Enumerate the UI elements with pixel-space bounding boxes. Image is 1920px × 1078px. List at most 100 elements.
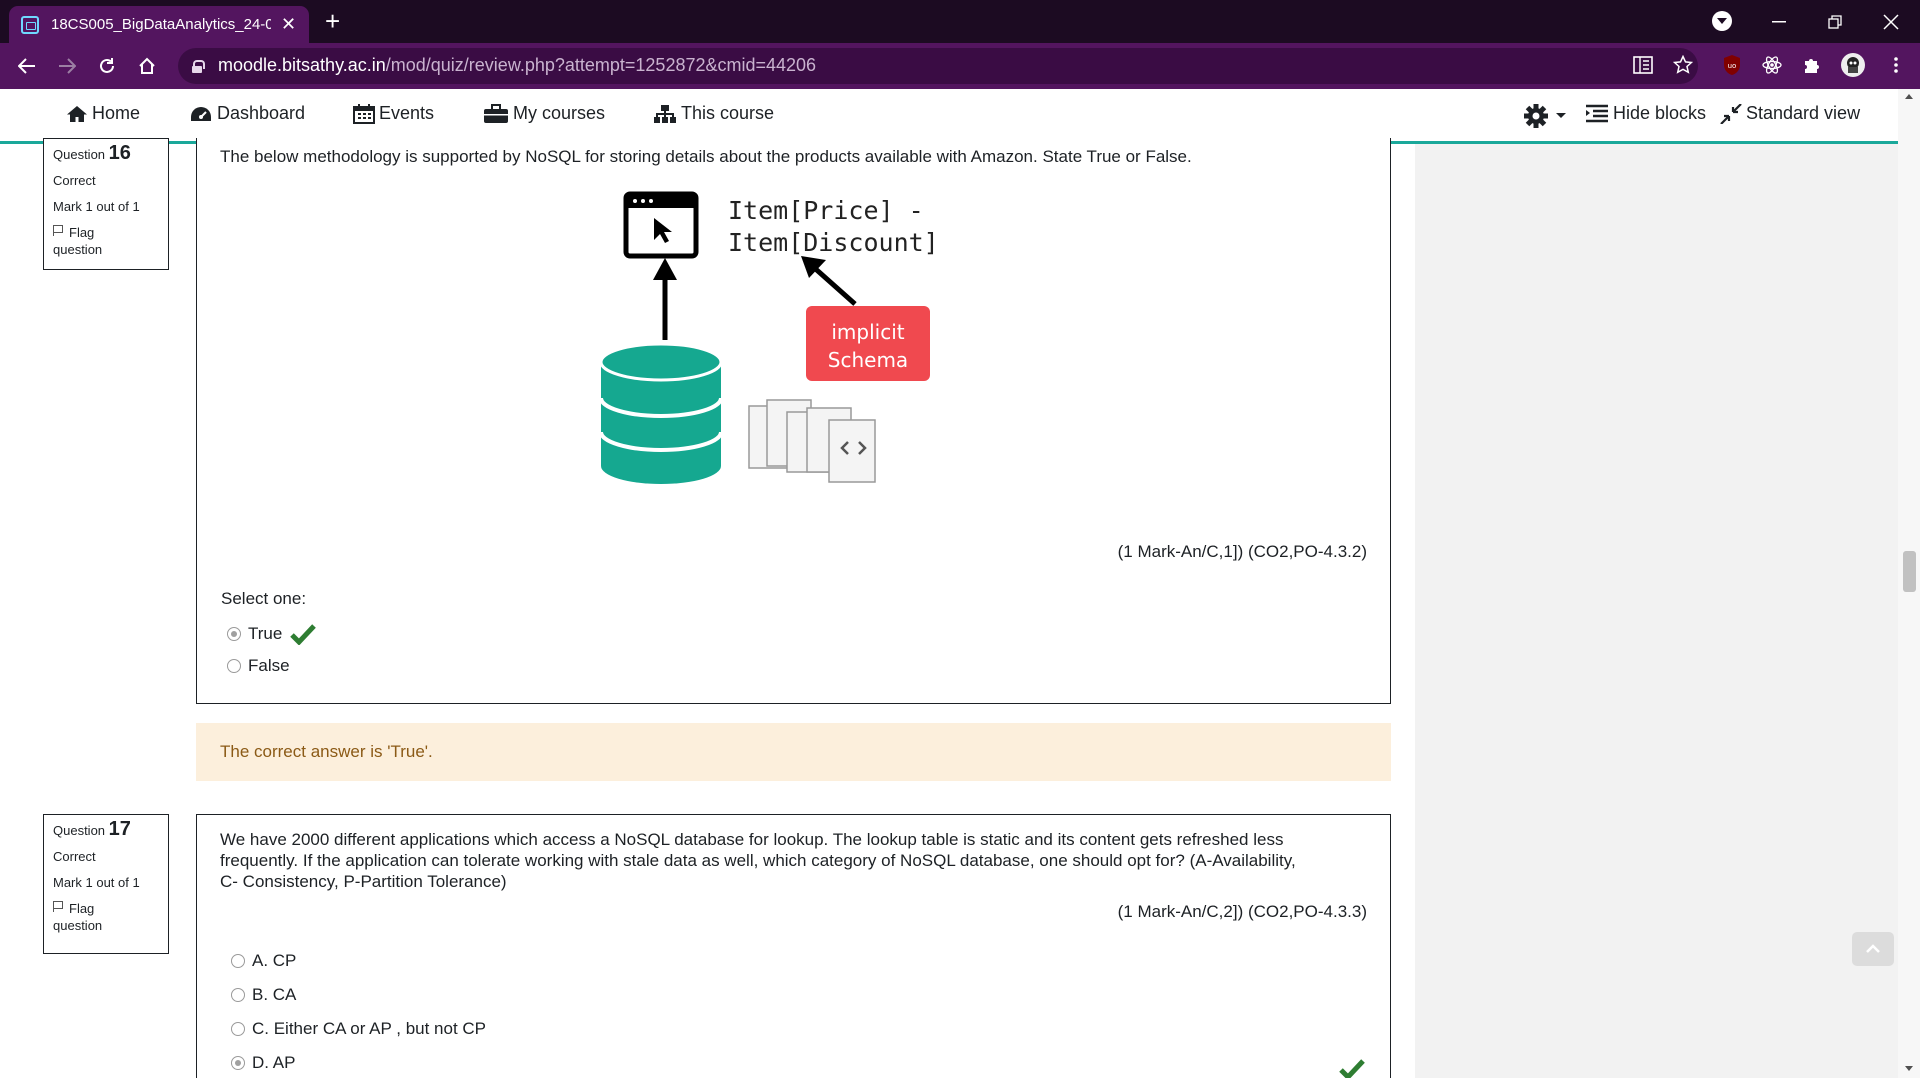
url-host: moodle.bitsathy.ac.in	[218, 55, 386, 75]
question-number: 17	[108, 818, 131, 840]
select-one-label: Select one:	[221, 589, 307, 608]
q16-option-false[interactable]: False	[227, 656, 290, 676]
standard-view-label: Standard view	[1746, 103, 1861, 123]
close-tab-icon[interactable]: ✕	[281, 14, 296, 35]
url-path: /mod/quiz/review.php?attempt=1252872&cmi…	[385, 55, 817, 75]
q16-correct-answer: The correct answer is 'True'.	[220, 742, 433, 761]
flag-label-2: question	[53, 242, 103, 257]
browser-tab-strip: 18CS005_BigDataAnalytics_24-09 ✕ +	[0, 0, 1920, 43]
extension-badge-text: uo	[1728, 62, 1737, 70]
question-mark: Mark 1 out of 1	[53, 199, 140, 214]
reading-mode-icon[interactable]	[1630, 52, 1656, 78]
nav-events-label: Events	[379, 103, 435, 123]
compress-arrows-icon	[1720, 103, 1742, 124]
flag-question-link[interactable]: Flag question	[53, 900, 159, 934]
scroll-thumb[interactable]	[1903, 551, 1916, 592]
reload-button[interactable]	[89, 43, 125, 89]
reload-icon	[100, 58, 114, 73]
question-17-text: We have 2000 different applications whic…	[220, 829, 1296, 892]
q17-text-line-1: We have 2000 different applications whic…	[220, 830, 1284, 849]
dashboard-gauge-icon	[191, 106, 211, 121]
chevron-up-icon	[1866, 944, 1880, 953]
extensions-puzzle-icon[interactable]	[1799, 52, 1825, 78]
forward-button[interactable]	[49, 43, 85, 89]
q17-option-c[interactable]: C. Either CA or AP , but not CP	[231, 1019, 486, 1039]
q17-option-b[interactable]: B. CA	[231, 985, 296, 1005]
nav-my-courses-label: My courses	[513, 103, 606, 123]
q17-option-label: D. AP	[252, 1053, 296, 1072]
nav-this-course[interactable]: This course	[653, 103, 774, 124]
q16-feedback: The correct answer is 'True'.	[196, 723, 1391, 781]
flag-icon	[53, 225, 63, 236]
nav-dashboard[interactable]: Dashboard	[189, 103, 305, 124]
flag-question-link[interactable]: Flag question	[53, 224, 159, 258]
flag-label-2: question	[53, 918, 103, 933]
question-number: 16	[108, 142, 131, 164]
hide-blocks-button[interactable]: Hide blocks	[1585, 103, 1706, 124]
flag-label: Flag	[69, 225, 95, 240]
scroll-down-arrow-icon[interactable]	[1905, 1066, 1913, 1071]
question-17-marks: (1 Mark-An/C,2]) (CO2,PO-4.3.3)	[1117, 902, 1367, 921]
q17-radio-c[interactable]	[231, 1022, 245, 1036]
q17-radio-a[interactable]	[231, 954, 245, 968]
close-window-button[interactable]	[1863, 0, 1919, 43]
nav-home-label: Home	[92, 103, 141, 123]
question-state: Correct	[53, 849, 96, 864]
close-icon	[1883, 13, 1899, 30]
back-to-top-button[interactable]	[1852, 932, 1894, 966]
q17-option-label: A. CP	[252, 951, 297, 970]
lock-icon[interactable]	[192, 60, 205, 73]
json-documents-icon	[748, 399, 876, 483]
list-collapse-icon	[1586, 104, 1608, 122]
calendar-icon	[353, 103, 375, 124]
home-button[interactable]	[129, 43, 165, 89]
react-extension-icon[interactable]	[1759, 52, 1785, 78]
tab-search-icon[interactable]	[1712, 11, 1732, 31]
q16-option-true[interactable]: True	[227, 623, 317, 645]
moodle-navbar: Home Dashboard Events My courses This co…	[0, 89, 1920, 144]
briefcase-icon	[484, 103, 508, 123]
nav-events[interactable]: Events	[353, 103, 434, 124]
back-arrow-icon	[18, 58, 35, 74]
q17-radio-b[interactable]	[231, 988, 245, 1002]
restore-icon	[1828, 14, 1842, 29]
database-icon	[599, 342, 723, 484]
restore-button[interactable]	[1807, 0, 1863, 43]
sitemap-icon	[654, 104, 676, 123]
code-line-2: Item[Discount]	[728, 228, 939, 257]
correct-check-icon	[1339, 1059, 1365, 1078]
q17-option-d[interactable]: D. AP	[231, 1053, 295, 1073]
q17-option-a[interactable]: A. CP	[231, 951, 296, 971]
url-text[interactable]: moodle.bitsathy.ac.in/mod/quiz/review.ph…	[218, 55, 816, 76]
q16-radio-true[interactable]	[227, 627, 241, 641]
question-17-info: Question 17 Correct Mark 1 out of 1 Flag…	[43, 814, 169, 954]
question-16-info: Question 16 Correct Mark 1 out of 1 Flag…	[43, 138, 169, 270]
nav-my-courses[interactable]: My courses	[483, 103, 605, 124]
standard-view-button[interactable]: Standard view	[1720, 103, 1860, 124]
scroll-up-arrow-icon[interactable]	[1905, 94, 1913, 99]
new-tab-button[interactable]: +	[325, 6, 340, 36]
nav-this-course-label: This course	[681, 103, 775, 123]
question-label: Question	[53, 147, 106, 162]
q16-radio-false[interactable]	[227, 659, 241, 673]
browser-menu-icon[interactable]	[1883, 52, 1909, 78]
q17-radio-d[interactable]	[231, 1056, 245, 1070]
tab-title: 18CS005_BigDataAnalytics_24-09	[51, 16, 271, 33]
bookmark-star-icon[interactable]	[1670, 52, 1696, 78]
browser-tab-active[interactable]: 18CS005_BigDataAnalytics_24-09 ✕	[9, 6, 309, 43]
nav-home[interactable]: Home	[66, 103, 140, 124]
flag-icon	[53, 901, 63, 912]
minimize-button[interactable]	[1751, 0, 1807, 43]
ublock-extension-icon[interactable]: uo	[1719, 52, 1745, 78]
profile-avatar-icon[interactable]	[1840, 52, 1866, 78]
blocks-column	[1415, 144, 1898, 1078]
badge-line-1: implicit	[831, 320, 904, 344]
question-16-text: The below methodology is supported by No…	[220, 147, 1192, 166]
forward-arrow-icon	[59, 58, 76, 74]
browser-window-icon	[623, 191, 699, 259]
settings-menu[interactable]	[1523, 103, 1571, 129]
flag-label: Flag	[69, 901, 95, 916]
correct-check-icon	[290, 624, 317, 645]
back-button[interactable]	[9, 43, 45, 89]
q17-text-line-3: C- Consistency, P-Partition Tolerance)	[220, 872, 507, 891]
